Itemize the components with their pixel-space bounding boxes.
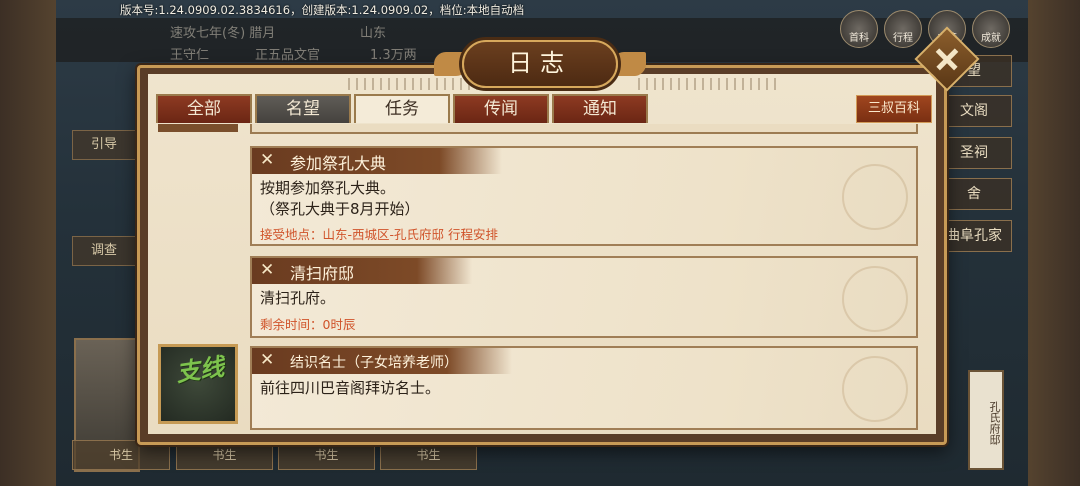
bg-money: 1.3万两 [370,48,417,63]
itinerary-icon[interactable]: 行程 [884,10,922,48]
task-description: 按期参加祭孔大典。 （祭孔大典于8月开始） [260,178,420,220]
task-desc-line: 前往四川巴音阁拜访名士。 [260,379,441,397]
bg-guide-button[interactable]: 引导 [72,130,136,160]
task-remaining-time: 剩余时间：0时辰 [260,317,356,332]
previous-badge-edge [158,124,238,132]
task-title: 清扫府邸 [290,264,355,283]
task-description: 清扫孔府。 [260,288,335,309]
bg-right-button-5[interactable]: 曲阜孔家 [936,220,1012,252]
crossed-swords-icon: ✕ [260,150,275,170]
task-list[interactable]: ✕ 参加祭孔大典 按期参加祭孔大典。 （祭孔大典于8月开始） 接受地点：山东-西… [150,124,922,434]
bg-name: 王守仁 [170,48,210,63]
achievement-icon[interactable]: 成就 [972,10,1010,48]
tab-notices[interactable]: 通知 [552,94,648,123]
tab-all[interactable]: 全部 [156,94,252,123]
bg-date: 速攻七年(冬) 腊月 [170,26,276,41]
dialog-title: 日志 [462,40,618,88]
task-card[interactable]: ✕ 结识名士（子女培养老师） 前往四川巴音阁拜访名士。 [250,346,918,430]
crossed-swords-icon: ✕ [260,260,275,280]
side-quest-label: 支线 [174,352,226,388]
left-frame [0,0,56,486]
ink-landscape-decor [842,164,908,230]
task-card[interactable]: ✕ 清扫府邸 清扫孔府。 剩余时间：0时辰 [250,256,918,338]
bg-right-button-4[interactable]: 舍 [936,178,1012,210]
task-title: 结识名士（子女培养老师） [290,355,458,371]
task-desc-line: （祭孔大典于8月开始） [260,200,420,218]
encyclopedia-button[interactable]: 三叔百科 [856,95,932,123]
top-icon-bar: 首科 行程 书籍 成就 [840,10,1010,48]
task-desc-line: 清扫孔府。 [260,289,336,307]
task-desc-line: 按期参加祭孔大典。 [260,179,396,197]
task-header: ✕ 参加祭孔大典 [252,148,502,174]
task-header: ✕ 清扫府邸 [252,258,472,284]
exam-icon[interactable]: 首科 [840,10,878,48]
right-frame [1028,0,1080,486]
mansion-plaque[interactable]: 孔氏府邸 [968,370,1004,470]
task-card[interactable]: ✕ 参加祭孔大典 按期参加祭孔大典。 （祭孔大典于8月开始） 接受地点：山东-西… [250,146,918,246]
task-header: ✕ 结识名士（子女培养老师） [252,348,512,374]
task-location[interactable]: 接受地点：山东-西城区-孔氏府邸 行程安排 [260,224,498,243]
tab-reputation[interactable]: 名望 [255,94,351,123]
bg-rank: 正五品文官 [255,48,321,63]
tab-rumors[interactable]: 传闻 [453,94,549,123]
bg-right-button-2[interactable]: 文阁 [936,95,1012,127]
ink-landscape-decor [842,266,908,332]
previous-task-edge [250,124,918,134]
bg-region: 山东 [360,26,387,41]
tab-tasks[interactable]: 任务 [354,94,450,123]
crossed-swords-icon: ✕ [260,350,275,370]
task-description: 前往四川巴音阁拜访名士。 [260,378,440,399]
bg-survey-button[interactable]: 调查 [72,236,136,266]
version-text: 版本号:1.24.0909.02.3834616，创建版本:1.24.0909.… [120,3,525,17]
side-quest-badge: 支线 [158,344,238,424]
meander-decor-right [638,78,778,90]
log-tabs: 全部 名望 任务 传闻 通知 [156,94,648,123]
bg-right-button-3[interactable]: 圣祠 [936,137,1012,169]
ink-landscape-decor [842,356,908,422]
task-title: 参加祭孔大典 [290,154,387,173]
